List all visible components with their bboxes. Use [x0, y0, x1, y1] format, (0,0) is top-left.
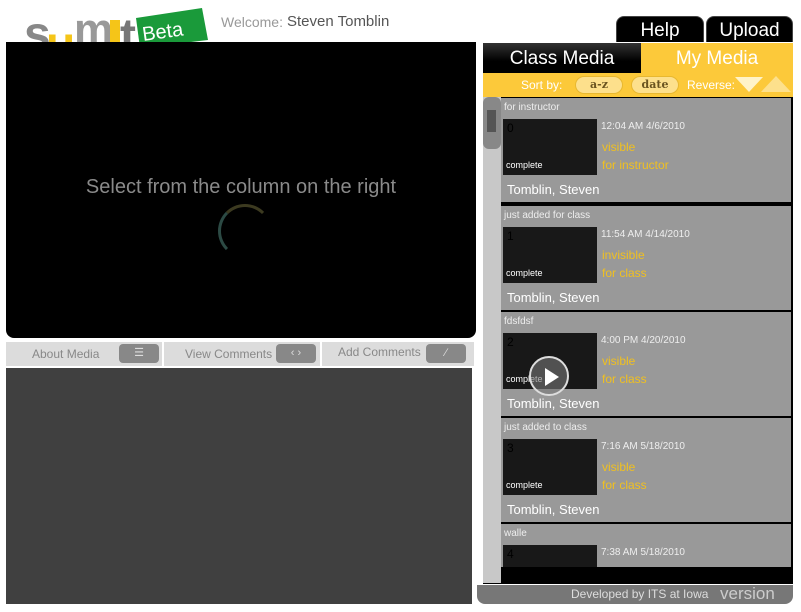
tab-class-media[interactable]: Class Media	[483, 43, 641, 73]
version-link[interactable]: version	[720, 584, 775, 604]
sort-label: Sort by:	[521, 78, 563, 92]
media-list-item[interactable]: walle 4 7:38 AM 5/18/2010	[501, 524, 791, 567]
item-visibility: visible	[602, 140, 636, 154]
document-icon: ☰	[119, 344, 159, 363]
item-status: complete	[506, 480, 543, 490]
media-player[interactable]: Select from the column on the right	[6, 42, 476, 338]
item-audience: for class	[602, 266, 647, 280]
scrollbar-grip	[487, 110, 496, 132]
upload-button[interactable]: Upload	[706, 16, 793, 42]
item-audience: for class	[602, 478, 647, 492]
item-index: 4	[507, 547, 514, 561]
item-thumbnail[interactable]: 1 complete	[503, 227, 597, 283]
sort-date-button[interactable]: date	[631, 76, 679, 94]
item-index: 3	[507, 441, 514, 455]
item-thumbnail[interactable]: 4	[503, 545, 597, 567]
item-status: complete	[506, 268, 543, 278]
item-owner: Tomblin, Steven	[507, 502, 600, 517]
item-index: 0	[507, 121, 514, 135]
item-owner: Tomblin, Steven	[507, 290, 600, 305]
tab-label: View Comments	[185, 347, 273, 361]
info-panel	[6, 368, 472, 604]
tab-label: About Media	[32, 347, 100, 361]
developed-by: Developed by ITS at Iowa	[571, 587, 709, 601]
tab-label: Add Comments	[338, 345, 421, 359]
player-message: Select from the column on the right	[85, 176, 397, 198]
item-audience: for instructor	[602, 158, 669, 172]
reverse-label: Reverse:	[687, 78, 736, 92]
item-datetime: 7:38 AM 5/18/2010	[601, 547, 685, 558]
item-visibility: invisible	[602, 248, 645, 262]
speech-bubble-icon: ‹ ›	[276, 344, 316, 363]
tab-view-comments[interactable]: View Comments ‹ ›	[164, 342, 320, 366]
item-thumbnail[interactable]: 0 complete	[503, 119, 597, 175]
sort-bar: Sort by: a-z date Reverse:	[483, 73, 793, 97]
item-status: complete	[506, 160, 543, 170]
item-datetime: 11:54 AM 4/14/2010	[601, 229, 690, 240]
item-title: just added to class	[504, 422, 587, 433]
user-name: Steven Tomblin	[287, 13, 390, 30]
media-list-item[interactable]: just added to class 3 complete 7:16 AM 5/…	[501, 418, 791, 522]
sort-az-button[interactable]: a-z	[575, 76, 623, 94]
item-datetime: 12:04 AM 4/6/2010	[601, 121, 685, 132]
media-list-item[interactable]: fdsfdsf 2 complete 4:00 PM 4/20/2010 visi…	[501, 312, 791, 416]
media-list-item[interactable]: for instructor 0 complete 12:04 AM 4/6/20…	[501, 98, 791, 202]
item-visibility: visible	[602, 354, 636, 368]
help-button[interactable]: Help	[616, 16, 704, 42]
tab-add-comments[interactable]: Add Comments ∕	[322, 342, 474, 366]
item-title: just added for class	[504, 210, 591, 221]
sort-ascending-icon[interactable]	[761, 76, 791, 92]
welcome-label: Welcome:	[221, 14, 283, 30]
item-thumbnail[interactable]: 2 complete	[503, 333, 597, 396]
item-audience: for class	[602, 372, 647, 386]
item-index: 2	[507, 335, 514, 349]
tab-my-media[interactable]: My Media	[641, 43, 793, 73]
item-title: walle	[504, 528, 527, 539]
tab-about-media[interactable]: About Media ☰	[6, 342, 162, 366]
item-title: fdsfdsf	[504, 316, 534, 327]
item-title: for instructor	[504, 102, 560, 113]
sort-descending-icon[interactable]	[735, 77, 763, 92]
item-owner: Tomblin, Steven	[507, 396, 600, 411]
item-datetime: 7:16 AM 5/18/2010	[601, 441, 685, 452]
item-visibility: visible	[602, 460, 636, 474]
item-datetime: 4:00 PM 4/20/2010	[601, 335, 686, 346]
pencil-icon: ∕	[426, 344, 466, 363]
play-icon[interactable]	[529, 356, 569, 396]
item-thumbnail[interactable]: 3 complete	[503, 439, 597, 495]
loading-spinner-icon	[218, 204, 272, 258]
item-index: 1	[507, 229, 514, 243]
scrollbar[interactable]	[483, 97, 501, 583]
footer: Developed by ITS at Iowa version	[477, 584, 793, 604]
item-owner: Tomblin, Steven	[507, 182, 600, 197]
media-list-item[interactable]: just added for class 1 complete 11:54 AM …	[501, 206, 791, 310]
